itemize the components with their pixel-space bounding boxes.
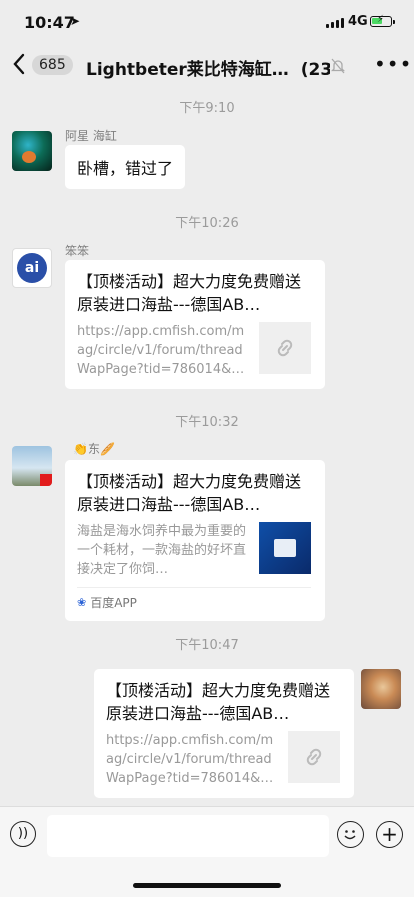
- avatar[interactable]: [361, 669, 401, 709]
- link-icon: [288, 731, 340, 783]
- input-bar: )) +: [0, 806, 414, 897]
- emoji-icon[interactable]: [337, 821, 364, 848]
- link-card[interactable]: 【顶楼活动】超大力度免费赠送原装进口海盐---德国AB… https://app…: [94, 669, 354, 798]
- timestamp: 下午9:10: [179, 101, 235, 116]
- network-type: 4G: [348, 14, 368, 29]
- message-bubble[interactable]: 卧槽，错过了: [65, 145, 186, 189]
- member-count: (236): [300, 60, 330, 80]
- battery-icon: ⚡: [370, 14, 395, 27]
- unread-count-badge[interactable]: 685: [32, 55, 73, 75]
- more-icon[interactable]: •••: [374, 52, 412, 76]
- link-icon: [259, 322, 311, 374]
- source-name: 百度APP: [90, 596, 137, 610]
- message-text: 卧槽，错过了: [77, 159, 174, 178]
- card-description: https://app.cmfish.com/mag/circle/v1/for…: [77, 324, 245, 377]
- status-bar: 10:47 ➤ 4G ⚡: [0, 0, 414, 44]
- location-arrow-icon: ➤: [70, 14, 81, 28]
- baidu-icon: ❀: [77, 596, 87, 609]
- status-time: 10:47: [24, 13, 75, 32]
- avatar[interactable]: [12, 446, 52, 486]
- group-name: Lightbeter莱比特海缸…: [86, 60, 289, 80]
- mute-bell-icon: [330, 58, 346, 78]
- card-title: 【顶楼活动】超大力度免费赠送原装进口海盐---德国AB…: [77, 472, 302, 514]
- avatar[interactable]: [12, 131, 52, 171]
- plus-icon[interactable]: +: [376, 821, 403, 848]
- avatar[interactable]: ai: [12, 248, 52, 288]
- card-description: https://app.cmfish.com/mag/circle/v1/for…: [106, 733, 274, 786]
- timestamp: 下午10:26: [175, 216, 239, 231]
- link-card[interactable]: 【顶楼活动】超大力度免费赠送原装进口海盐---德国AB… 海盐是海水饲养中最为重…: [65, 460, 325, 621]
- chat-header: 685 Lightbeter莱比特海缸… (236) •••: [0, 44, 414, 88]
- back-chevron-icon[interactable]: [12, 53, 26, 81]
- message-input[interactable]: [47, 815, 329, 857]
- timestamp: 下午10:47: [175, 638, 239, 653]
- voice-icon[interactable]: )): [10, 821, 36, 847]
- signal-icon: [326, 18, 344, 28]
- link-card[interactable]: 【顶楼活动】超大力度免费赠送原装进口海盐---德国AB… https://app…: [65, 260, 325, 389]
- sender-name: 阿星 海缸: [65, 129, 117, 143]
- home-indicator: [133, 883, 281, 888]
- timestamp: 下午10:32: [175, 415, 239, 430]
- card-description: 海盐是海水饲养中最为重要的一个耗材，一款海盐的好坏直接决定了你饲…: [77, 524, 247, 577]
- card-thumbnail: [259, 522, 311, 574]
- sender-name: 👏东🥖: [73, 442, 115, 456]
- chat-title[interactable]: Lightbeter莱比特海缸… (236): [86, 55, 330, 80]
- card-source: ❀ 百度APP: [77, 587, 311, 611]
- sender-name: 笨笨: [65, 244, 90, 258]
- card-title: 【顶楼活动】超大力度免费赠送原装进口海盐---德国AB…: [106, 681, 331, 723]
- card-title: 【顶楼活动】超大力度免费赠送原装进口海盐---德国AB…: [77, 272, 302, 314]
